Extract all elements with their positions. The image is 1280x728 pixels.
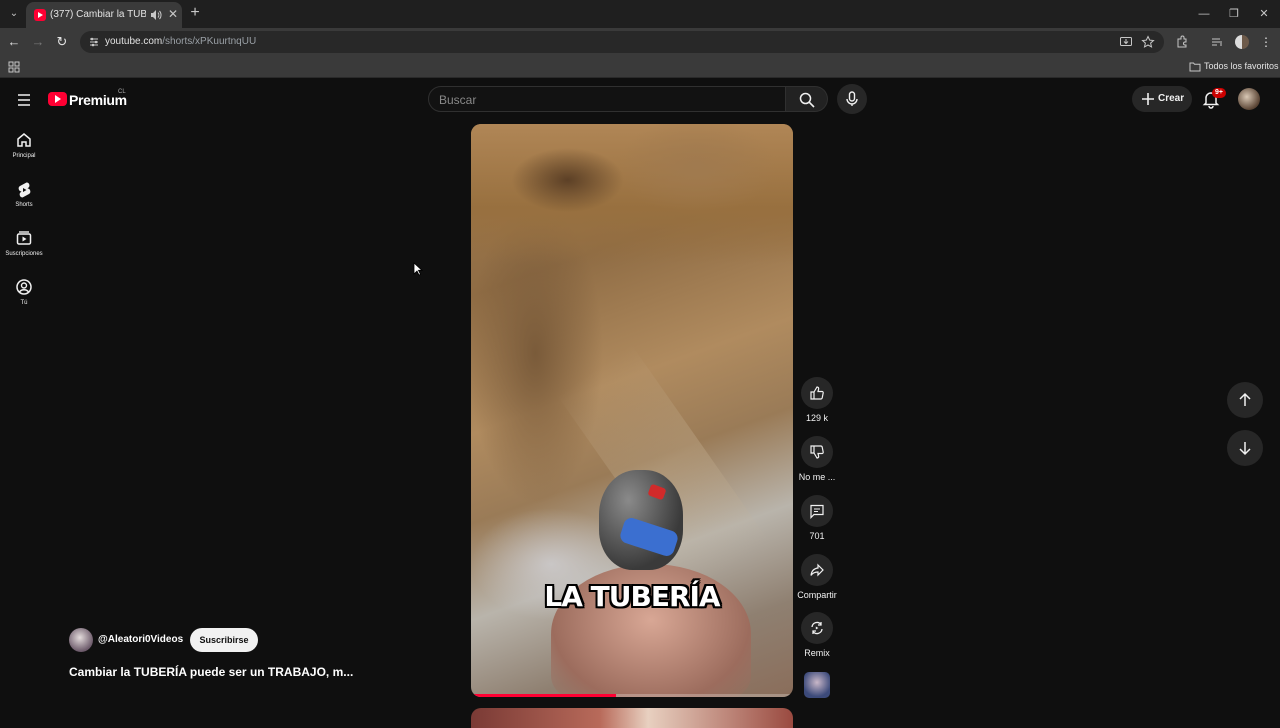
browser-menu-icon[interactable]: ⋮: [1258, 34, 1274, 50]
search-icon: [799, 92, 815, 108]
apps-grid-icon[interactable]: [8, 61, 20, 73]
account-avatar[interactable]: [1238, 88, 1260, 110]
share-label: Compartir: [797, 590, 837, 600]
comment-icon: [810, 504, 824, 519]
dislike-label: No me ...: [798, 472, 836, 482]
guide-item-label: Tú: [20, 300, 28, 306]
all-bookmarks-link[interactable]: Todos los favoritos: [1204, 61, 1279, 71]
browser-profile-avatar[interactable]: [1235, 35, 1249, 49]
arrow-down-icon: [1239, 442, 1251, 456]
shorts-video-player[interactable]: LA TUBERÍA: [471, 124, 793, 697]
youtube-masthead: Premium CL Crear 9+: [0, 80, 1280, 120]
youtube-logo-icon[interactable]: [48, 92, 67, 106]
guide-item-label: Suscripciones: [5, 251, 43, 257]
arrow-up-icon: [1239, 392, 1251, 406]
bookmarks-bar: Todos los favoritos: [0, 56, 1280, 78]
url-path: /shorts/xPKuurtnqUU: [162, 36, 257, 47]
tab-close-icon[interactable]: ✕: [166, 7, 180, 21]
video-title[interactable]: Cambiar la TUBERÍA puede ser un TRABAJO,…: [69, 665, 379, 679]
guide-item-label: Shorts: [15, 202, 33, 208]
previous-short-button[interactable]: [1227, 382, 1263, 418]
shorts-icon: [18, 182, 31, 198]
video-progress-fill: [471, 694, 616, 697]
restore-window-icon[interactable]: ❐: [1225, 5, 1243, 23]
comment-count: 701: [809, 531, 825, 541]
guide-item-shorts[interactable]: Shorts: [0, 180, 48, 222]
install-app-icon[interactable]: [1119, 35, 1133, 49]
bookmark-star-icon[interactable]: [1141, 35, 1155, 49]
dislike-button[interactable]: [801, 436, 833, 468]
create-label: Crear: [1158, 93, 1185, 104]
back-arrow-icon[interactable]: ←: [6, 34, 22, 50]
search-box: [428, 86, 786, 112]
remix-icon: [811, 621, 823, 635]
media-controls-icon[interactable]: [1210, 35, 1224, 49]
remix-label: Remix: [804, 648, 830, 658]
country-code: CL: [118, 89, 126, 95]
remix-button[interactable]: [801, 612, 833, 644]
like-count: 129 k: [805, 413, 829, 423]
share-arrow-icon: [810, 563, 824, 577]
minimize-window-icon[interactable]: —: [1195, 5, 1213, 23]
close-window-icon[interactable]: ✕: [1255, 5, 1273, 23]
guide-item-suscripciones[interactable]: Suscripciones: [0, 229, 48, 271]
search-button[interactable]: [786, 86, 828, 112]
channel-avatar[interactable]: [69, 628, 93, 652]
guide-item-principal[interactable]: Principal: [0, 131, 48, 173]
notifications-badge: 9+: [1212, 88, 1226, 98]
comments-button[interactable]: [801, 495, 833, 527]
home-icon: [17, 133, 31, 147]
site-info-icon[interactable]: [88, 36, 100, 48]
next-short-preview[interactable]: [471, 708, 793, 728]
subscriptions-icon: [16, 231, 32, 245]
forward-arrow-icon[interactable]: →: [30, 34, 46, 50]
audio-playing-icon[interactable]: [150, 9, 162, 21]
audio-source-thumbnail[interactable]: [804, 672, 830, 698]
url-text: youtube.com/shorts/xPKuurtnqUU: [105, 36, 256, 47]
video-progress-bar[interactable]: [471, 694, 793, 697]
video-frame-rock: [471, 124, 793, 264]
mouse-cursor-icon: [413, 262, 423, 276]
url-host: youtube.com: [105, 36, 163, 47]
thumbs-up-icon: [810, 386, 824, 400]
voice-search-button[interactable]: [837, 84, 867, 114]
address-bar[interactable]: youtube.com/shorts/xPKuurtnqUU: [80, 31, 1164, 53]
browser-tab-active[interactable]: (377) Cambiar la TUBERÍA p ✕: [26, 2, 182, 28]
browser-tabstrip: ⌄ (377) Cambiar la TUBERÍA p ✕ + — ❐ ✕: [0, 0, 1280, 28]
share-button[interactable]: [801, 554, 833, 586]
you-icon: [16, 279, 32, 295]
create-button[interactable]: Crear: [1132, 86, 1192, 112]
guide-item-label: Principal: [12, 153, 36, 159]
browser-toolbar: ← → ↻ youtube.com/shorts/xPKuurtnqUU ⋮: [0, 28, 1280, 56]
plus-icon: [1142, 93, 1154, 105]
microphone-icon: [846, 91, 858, 106]
like-button[interactable]: [801, 377, 833, 409]
thumbs-down-icon: [810, 445, 824, 459]
youtube-favicon-icon: [34, 9, 46, 21]
tab-search-chevron-icon[interactable]: ⌄: [6, 6, 22, 22]
tab-title: (377) Cambiar la TUBERÍA p: [50, 9, 146, 20]
channel-handle[interactable]: @Aleatori0Videos: [98, 634, 183, 645]
next-short-button[interactable]: [1227, 430, 1263, 466]
video-caption: LA TUBERÍA: [544, 580, 720, 613]
extensions-puzzle-icon[interactable]: [1175, 35, 1189, 49]
guide-menu-icon[interactable]: [14, 90, 34, 110]
reload-icon[interactable]: ↻: [54, 34, 70, 50]
folder-icon: [1189, 62, 1201, 72]
new-tab-button[interactable]: +: [187, 5, 203, 21]
search-input[interactable]: [439, 91, 769, 109]
subscribe-button[interactable]: Suscribirse: [190, 628, 258, 652]
guide-item-tu[interactable]: Tú: [0, 278, 48, 320]
